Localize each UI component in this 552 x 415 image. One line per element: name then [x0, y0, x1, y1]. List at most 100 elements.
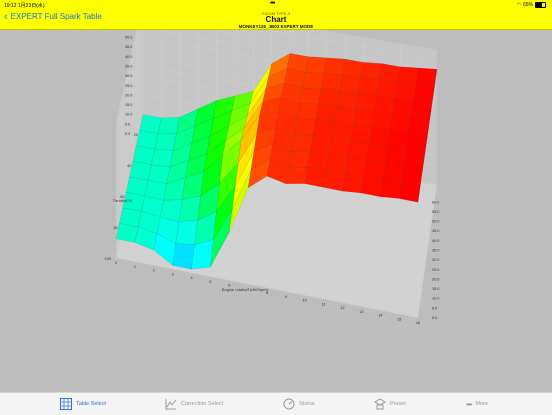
navigation-bar: ‹ EXPERT Full Spark Table PICOM TYPE-3 C…	[0, 9, 552, 30]
tab-label: More	[475, 401, 488, 407]
surface-patch	[385, 147, 407, 166]
z-tick-label: 45.0	[125, 45, 132, 49]
battery-icon	[535, 2, 546, 8]
surface-patch	[315, 103, 338, 123]
x-tick-label: 15	[397, 317, 401, 321]
battery-percent: 65%	[522, 2, 533, 8]
x-tick-label: 14	[378, 314, 382, 318]
z-tick-label: 30.0	[125, 74, 132, 78]
tab-label: Status	[299, 401, 315, 407]
surface-patch	[352, 109, 375, 128]
surface-patch	[387, 130, 410, 150]
z-tick-label: 20.0	[125, 93, 132, 97]
surface-patch	[355, 93, 377, 112]
z-tick-label-right: 15.0	[432, 287, 439, 291]
x-tick-label: 1	[134, 265, 136, 269]
tab-label: Preset	[390, 401, 406, 407]
surface-patch	[380, 180, 402, 199]
surface-patch	[321, 72, 343, 91]
z-tick-label-right: 45.0	[432, 229, 439, 233]
surface-patch	[154, 133, 177, 151]
surface-patch	[302, 72, 325, 89]
mode-label: MONKEY125_JB03 EXPERT MODE	[238, 24, 314, 29]
surface-patch	[342, 58, 364, 79]
z-tick-label: 0.0	[125, 132, 130, 136]
surface-patch	[408, 116, 431, 136]
surface-patch	[382, 163, 405, 183]
z-tick-label-right: 0.0	[432, 316, 437, 320]
surface-patch	[318, 88, 340, 107]
x-tick-label: 5	[209, 280, 211, 284]
surface-patch	[172, 243, 195, 270]
gauge-icon	[283, 398, 295, 410]
grid-icon	[60, 398, 72, 410]
surface-patch	[411, 100, 433, 120]
surface-patch	[147, 164, 171, 184]
surface-patch	[323, 57, 346, 76]
surface-patch	[376, 79, 398, 99]
y-tick-label: 20	[134, 133, 138, 137]
surface-patch	[347, 141, 370, 161]
surface-patch	[291, 134, 314, 152]
surface-patch	[288, 151, 311, 168]
surface-patch	[178, 195, 202, 222]
x-tick-label: 2	[153, 269, 155, 273]
multitask-dots-icon[interactable]: •••	[270, 0, 275, 7]
z-tick-label-right: 55.0	[432, 210, 439, 214]
y-tick-label: 100	[105, 257, 111, 261]
status-indicators: ◠ 65%	[517, 2, 546, 8]
tab-table-select[interactable]: Table Select	[60, 396, 106, 412]
z-tick-label-right: 10.0	[432, 297, 439, 301]
surface-patch	[296, 103, 319, 120]
surface-patch	[360, 62, 383, 80]
status-time: 19:12 1月23日(水)	[4, 3, 45, 9]
chart-area[interactable]: 0 1 2 3 4 5 6 7 8 9 10 11 12 13 14 15 16 100 80 60 40 20 0.0 5.…	[0, 0, 552, 392]
z-tick-label: 10.0	[125, 113, 132, 117]
surface-patch	[157, 117, 180, 134]
y-axis-label: Throttle(%)	[113, 198, 133, 203]
x-tick-label: 10	[303, 299, 307, 303]
z-tick-label: 40.0	[125, 55, 132, 59]
tab-more[interactable]: ••• More	[466, 396, 488, 412]
nav-titles: PICOM TYPE-3 Chart MONKEY125_JB03 EXPERT…	[0, 11, 552, 29]
surface-patch	[339, 74, 362, 95]
z-tick-label-right: 50.0	[432, 220, 439, 224]
z-tick-label: 50.0	[125, 36, 132, 40]
z-tick-label: 15.0	[125, 103, 132, 107]
x-tick-label: 3	[172, 272, 174, 276]
x-axis-label: Engine rotation (x500rpm)	[222, 287, 269, 292]
tab-label: Table Select	[76, 401, 106, 407]
z-tick-label-right: 35.0	[432, 249, 439, 253]
surface-patch	[139, 114, 162, 134]
x-tick-label: 13	[359, 310, 363, 314]
wifi-icon: ◠	[516, 2, 521, 8]
surface-patch	[285, 167, 308, 184]
surface-patch	[294, 118, 316, 136]
z-tick-label-right: 30.0	[432, 258, 439, 262]
z-tick-label: 35.0	[125, 65, 132, 69]
surface-patch	[392, 98, 414, 117]
x-tick-label: 0	[115, 261, 117, 265]
z-tick-label-right: 60.0	[432, 200, 439, 204]
tab-status[interactable]: Status	[283, 396, 315, 412]
surface-patch	[305, 56, 327, 74]
surface-patch	[358, 78, 380, 96]
x-tick-label: 16	[416, 321, 420, 325]
tab-correction-select[interactable]: Correction Select	[165, 396, 223, 412]
surface-chart[interactable]: 012345678910111213141516100806040200.05.…	[0, 0, 552, 392]
surface-patch	[379, 63, 401, 83]
tab-bar: Table Select Correction Select Status Pr…	[0, 392, 552, 415]
surface-patch	[390, 114, 412, 133]
more-icon: •••	[466, 399, 472, 409]
surface-patch	[395, 82, 417, 101]
x-tick-label: 4	[190, 276, 192, 280]
z-tick-label: 5.0	[125, 122, 130, 126]
status-bar: 19:12 1月23日(水) ••• ◠ 65%	[0, 0, 552, 9]
page-title: Chart	[265, 15, 287, 24]
surface-patch	[151, 148, 174, 168]
x-tick-label: 9	[285, 295, 287, 299]
tab-preset[interactable]: Preset	[374, 396, 406, 412]
surface-patch	[175, 220, 198, 245]
surface-patch	[397, 66, 419, 85]
z-tick-label: 25.0	[125, 84, 132, 88]
